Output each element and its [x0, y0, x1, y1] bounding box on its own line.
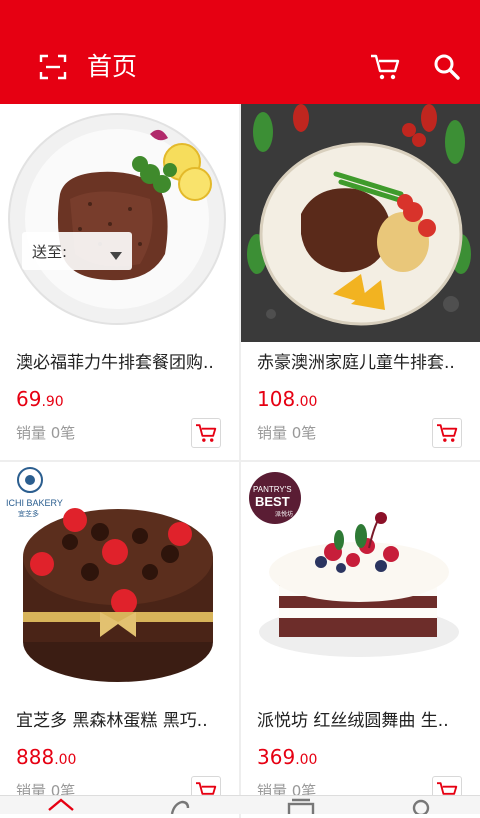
cart-icon[interactable] — [370, 52, 400, 82]
product-sales: 销量 0笔 — [257, 424, 317, 442]
scan-icon[interactable] — [38, 52, 68, 82]
product-price: 69.90 — [16, 387, 64, 411]
cart-icon — [437, 424, 458, 442]
product-image-steak[interactable] — [0, 104, 239, 342]
search-icon[interactable] — [432, 52, 462, 82]
app-header: 首页 — [0, 0, 480, 104]
product-image-red-velvet-cake[interactable]: PANTRY'S BEST 派悦坊 — [241, 462, 480, 700]
add-to-cart-button[interactable] — [432, 418, 462, 448]
location-label: 送至: — [32, 242, 68, 261]
product-sales: 销量 0笔 — [16, 424, 76, 442]
pantrys-best-logo: PANTRY'S BEST 派悦坊 — [249, 472, 301, 524]
category-icon[interactable] — [166, 798, 196, 814]
product-price: 108.00 — [257, 387, 318, 411]
bottom-tab-bar — [0, 795, 480, 814]
chevron-down-icon — [110, 245, 122, 264]
product-price: 888.00 — [16, 745, 77, 769]
svg-text:派悦坊: 派悦坊 — [275, 510, 293, 518]
cart-icon — [196, 424, 217, 442]
product-name[interactable]: 澳必福菲力牛排套餐团购.. — [16, 348, 228, 378]
page-title: 首页 — [87, 52, 138, 81]
product-name[interactable]: 赤豪澳洲家庭儿童牛排套.. — [257, 348, 469, 378]
svg-text:宜芝多: 宜芝多 — [18, 509, 39, 518]
product-card[interactable]: PANTRY'S BEST 派悦坊 派悦坊 红丝绒圆舞曲 生.. 369.00 … — [241, 462, 480, 818]
product-price: 369.00 — [257, 745, 318, 769]
home-icon[interactable] — [46, 798, 76, 814]
svg-text:ICHI BAKERY: ICHI BAKERY — [6, 498, 63, 508]
product-name[interactable]: 宜芝多 黑森林蛋糕 黑巧.. — [16, 706, 228, 736]
svg-text:BEST: BEST — [255, 494, 290, 509]
product-card[interactable]: ICHI BAKERY 宜芝多 宜芝多 黑森林蛋糕 黑巧.. 888.00 销量… — [0, 462, 239, 818]
cart-tab-icon[interactable] — [286, 798, 316, 814]
product-card[interactable]: 赤豪澳洲家庭儿童牛排套.. 108.00 销量 0笔 — [241, 104, 480, 460]
product-card[interactable]: 送至: 澳必福菲力牛排套餐团购.. 69.90 销量 0笔 — [0, 104, 239, 460]
profile-icon[interactable] — [406, 798, 436, 814]
product-image-steak-pasta[interactable] — [241, 104, 480, 342]
product-name[interactable]: 派悦坊 红丝绒圆舞曲 生.. — [257, 706, 469, 736]
location-selector[interactable]: 送至: — [22, 232, 132, 270]
add-to-cart-button[interactable] — [191, 418, 221, 448]
product-image-black-forest-cake[interactable]: ICHI BAKERY 宜芝多 — [0, 462, 239, 700]
svg-text:PANTRY'S: PANTRY'S — [253, 485, 292, 494]
